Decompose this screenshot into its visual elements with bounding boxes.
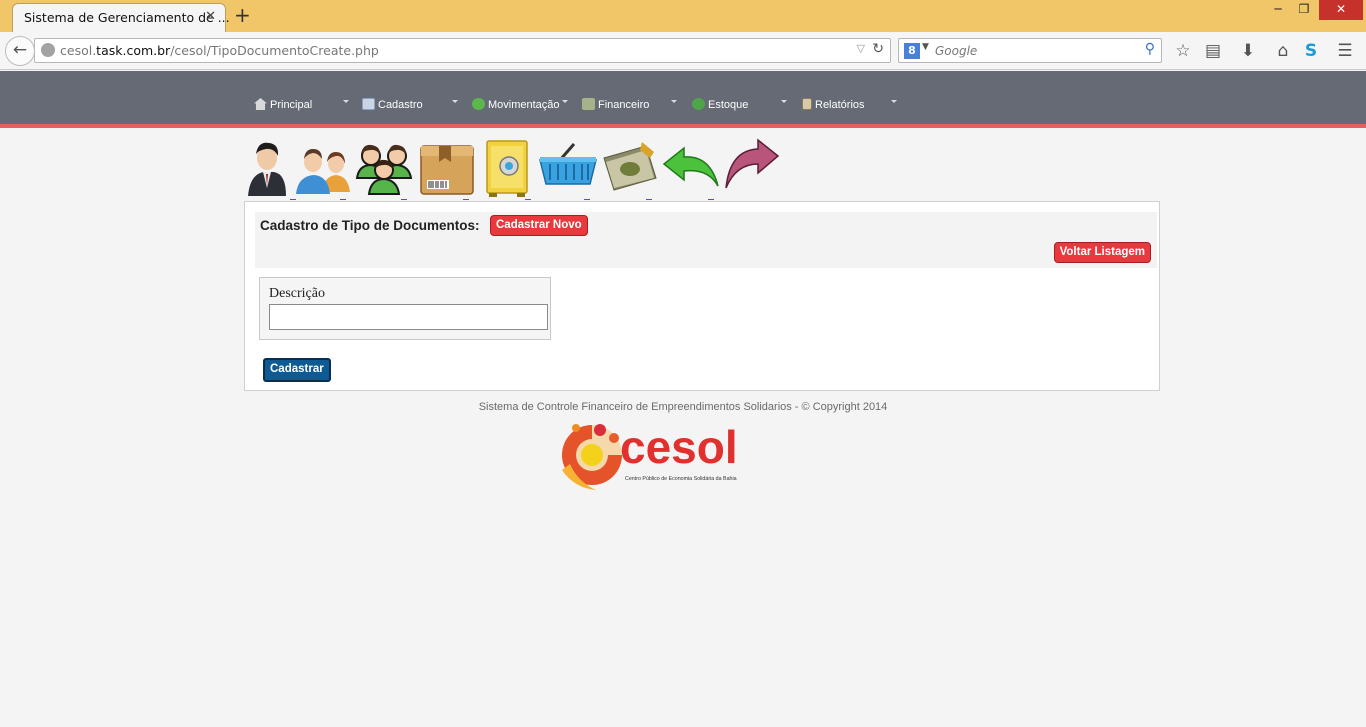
menu-hamburger-icon[interactable]: ☰ [1334, 40, 1356, 62]
browser-navbar: ← cesol.task.com.br/cesol/TipoDocumentoC… [0, 32, 1366, 70]
menu-item-relatorios[interactable]: Relatórios [802, 98, 865, 114]
url-text: cesol.task.com.br/cesol/TipoDocumentoCre… [60, 43, 379, 58]
window-restore-button[interactable]: ❐ [1292, 0, 1316, 20]
cesol-logo: cesol Centro Público de Economia Solidár… [552, 418, 752, 492]
forward-arrow-icon[interactable] [722, 138, 780, 200]
panel-header: Cadastro de Tipo de Documentos: Cadastra… [255, 212, 1157, 268]
globe-icon [41, 43, 55, 57]
new-record-button[interactable]: Cadastrar Novo [490, 215, 588, 236]
app-menu-bar [0, 71, 1366, 126]
cycle-icon [472, 98, 485, 110]
package-box-icon[interactable] [417, 138, 475, 200]
shortcut-underline [646, 199, 652, 200]
submit-button[interactable]: Cadastrar [263, 358, 331, 382]
menu-caret-icon[interactable] [671, 100, 677, 103]
menu-item-principal[interactable]: Principal [254, 98, 312, 114]
back-button[interactable]: ← [5, 36, 35, 66]
download-icon[interactable]: ⬇ [1237, 40, 1259, 62]
shortcut-underline [463, 199, 469, 200]
footer-copyright: Sistema de Controle Financeiro de Empree… [478, 401, 888, 413]
search-engine-icon[interactable]: 8 [904, 43, 920, 59]
search-icon[interactable]: ⚲ [1145, 41, 1155, 57]
menu-item-movimentacao[interactable]: Movimentação [472, 98, 560, 114]
menu-item-financeiro[interactable]: Financeiro [582, 98, 649, 114]
new-tab-button[interactable]: + [234, 3, 251, 27]
logo-subtitle: Centro Público de Economia Solidária da … [625, 476, 737, 482]
menu-caret-icon[interactable] [562, 100, 568, 103]
menu-caret-icon[interactable] [343, 100, 349, 103]
window-close-button[interactable]: ✕ [1319, 0, 1363, 20]
home-icon[interactable]: ⌂ [1272, 40, 1294, 62]
card-icon [362, 98, 375, 110]
shortcut-underline [584, 199, 590, 200]
home-icon [254, 98, 267, 110]
menu-caret-icon[interactable] [452, 100, 458, 103]
search-bar[interactable]: 8 ▼ Google ⚲ [898, 38, 1162, 63]
back-arrow-icon[interactable] [662, 138, 720, 200]
back-to-list-button[interactable]: Voltar Listagem [1053, 242, 1151, 263]
shortcut-underline [340, 199, 346, 200]
users-couple-icon[interactable] [294, 138, 352, 200]
window-minimize-button[interactable]: ─ [1266, 0, 1290, 20]
bookmark-star-icon[interactable]: ☆ [1172, 40, 1194, 62]
money-icon [582, 98, 595, 110]
menu-item-cadastro[interactable]: Cadastro [362, 98, 423, 114]
form-panel: Cadastro de Tipo de Documentos: Cadastra… [244, 201, 1160, 391]
url-dropdown-icon[interactable]: ▽ [857, 42, 865, 55]
browser-titlebar: Sistema de Gerenciamento de ... ✕ + ─ ❐ … [0, 0, 1366, 33]
tab-title: Sistema de Gerenciamento de ... [24, 10, 230, 25]
description-input[interactable] [269, 304, 548, 330]
description-label: Descrição [269, 286, 325, 301]
menu-item-estoque[interactable]: Estoque [692, 98, 748, 114]
cesol-logo-mark [562, 424, 622, 490]
menu-underline [0, 124, 1366, 128]
menu-caret-icon[interactable] [781, 100, 787, 103]
menu-caret-icon[interactable] [891, 100, 897, 103]
search-placeholder: Google [935, 44, 978, 58]
skype-icon[interactable]: S [1300, 40, 1322, 62]
safe-vault-icon[interactable] [479, 138, 537, 200]
report-icon [802, 98, 812, 110]
description-fieldset: Descrição [259, 277, 551, 340]
shortcut-underline [525, 199, 531, 200]
shopping-basket-icon[interactable] [538, 138, 597, 200]
shortcut-underline [708, 199, 714, 200]
search-engine-dropdown-icon[interactable]: ▼ [922, 42, 929, 52]
page-title: Cadastro de Tipo de Documentos: [260, 218, 480, 233]
url-bar[interactable]: cesol.task.com.br/cesol/TipoDocumentoCre… [34, 38, 891, 63]
logo-wordmark: cesol [620, 421, 738, 473]
reload-icon[interactable]: ↻ [872, 41, 884, 57]
stock-icon [692, 98, 705, 110]
users-group-icon[interactable] [355, 138, 413, 200]
money-bills-icon[interactable] [600, 138, 658, 200]
tab-close-icon[interactable]: ✕ [205, 9, 216, 24]
reading-list-icon[interactable]: ▤ [1202, 40, 1224, 62]
shortcut-underline [401, 199, 407, 200]
browser-tab[interactable]: Sistema de Gerenciamento de ... ✕ [12, 3, 230, 33]
